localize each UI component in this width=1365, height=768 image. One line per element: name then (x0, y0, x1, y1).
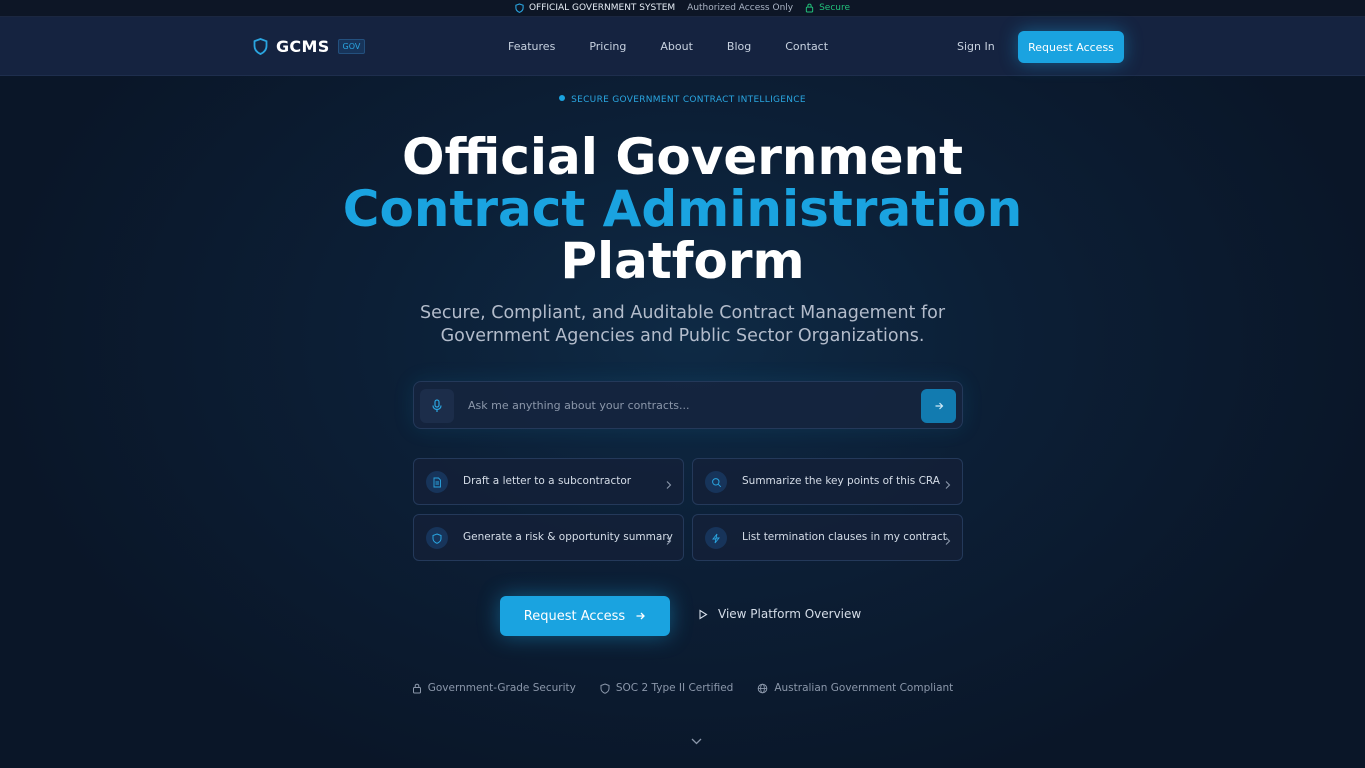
brand-logo[interactable]: GCMS GOV (253, 37, 366, 56)
suggestion-label: Summarize the key points of this CRA (742, 475, 940, 487)
official-banner: OFFICIAL GOVERNMENT SYSTEM Authorized Ac… (0, 0, 1365, 17)
view-overview-link[interactable]: View Platform Overview (698, 607, 861, 621)
badge-security-label: Government-Grade Security (427, 682, 576, 694)
brand-name: GCMS (276, 37, 330, 56)
nav-link-pricing[interactable]: Pricing (589, 40, 626, 53)
trust-badges: Government-Grade Security SOC 2 Type II … (0, 682, 1365, 694)
suggestion-card[interactable]: Summarize the key points of this CRA (692, 458, 963, 505)
chevron-right-icon (665, 531, 672, 550)
microphone-button[interactable] (420, 389, 454, 423)
suggestion-card[interactable]: Generate a risk & opportunity summary (413, 514, 684, 561)
hero-title-line3: Platform (560, 232, 805, 290)
scroll-down-indicator[interactable] (690, 731, 703, 750)
hero-subtitle: Secure, Compliant, and Auditable Contrac… (0, 302, 1365, 348)
shield-icon (426, 527, 448, 549)
shield-icon (515, 3, 524, 13)
official-text: OFFICIAL GOVERNMENT SYSTEM (528, 3, 676, 13)
badge-security: Government-Grade Security (412, 682, 576, 694)
hero-title-line1: Official Government (402, 128, 963, 186)
globe-icon (758, 683, 768, 693)
nav-link-features[interactable]: Features (508, 40, 555, 53)
hero-subtitle-line2: Government Agencies and Public Sector Or… (440, 326, 925, 346)
chevron-right-icon (944, 531, 951, 550)
ai-search-box[interactable]: Ask me anything about your contracts... (413, 381, 963, 429)
nav-link-about[interactable]: About (660, 40, 693, 53)
send-button[interactable] (921, 389, 956, 423)
nav-links: Features Pricing About Blog Contact (508, 40, 862, 53)
badge-compliant: Australian Government Compliant (757, 682, 953, 694)
gov-badge: GOV (337, 39, 366, 54)
hero-eyebrow: SECURE GOVERNMENT CONTRACT INTELLIGENCE (0, 95, 1365, 105)
microphone-icon (432, 399, 442, 412)
badge-soc2-label: SOC 2 Type II Certified (615, 682, 734, 694)
suggestion-card[interactable]: Draft a letter to a subcontractor (413, 458, 684, 505)
suggestion-label: Draft a letter to a subcontractor (463, 475, 632, 487)
shield-icon (600, 682, 610, 694)
request-access-nav-button[interactable]: Request Access (1018, 31, 1124, 63)
search-input[interactable]: Ask me anything about your contracts... (468, 399, 690, 412)
suggestion-card[interactable]: List termination clauses in my contract (692, 514, 963, 561)
secure-item: Secure (805, 3, 850, 13)
request-access-button[interactable]: Request Access (500, 596, 670, 636)
hero-title-line2: Contract Administration (342, 180, 1023, 238)
arrow-right-icon (636, 612, 646, 620)
badge-compliant-label: Australian Government Compliant (774, 682, 954, 694)
lock-icon (412, 683, 421, 693)
navbar: GCMS GOV Features Pricing About Blog Con… (0, 17, 1365, 76)
document-icon (426, 471, 448, 493)
view-overview-label: View Platform Overview (718, 607, 862, 621)
secure-text: Secure (819, 3, 851, 13)
suggestion-label: List termination clauses in my contract (742, 531, 947, 543)
chevron-right-icon (944, 475, 951, 494)
nav-link-blog[interactable]: Blog (727, 40, 751, 53)
chevron-down-icon (691, 738, 702, 745)
lightning-icon (705, 527, 727, 549)
request-access-label: Request Access (523, 608, 626, 624)
arrow-right-icon (935, 402, 943, 410)
suggestion-label: Generate a risk & opportunity summary (463, 531, 673, 543)
play-icon (699, 609, 708, 619)
search-icon (705, 471, 727, 493)
nav-link-contact[interactable]: Contact (785, 40, 828, 53)
status-dot-icon (559, 95, 566, 101)
official-item: OFFICIAL GOVERNMENT SYSTEM (515, 3, 675, 13)
badge-soc2: SOC 2 Type II Certified (600, 682, 733, 694)
chevron-right-icon (665, 475, 672, 494)
hero-subtitle-line1: Secure, Compliant, and Auditable Contrac… (419, 303, 946, 323)
lock-icon (805, 3, 814, 13)
authorized-text: Authorized Access Only (687, 3, 794, 13)
sign-in-link[interactable]: Sign In (957, 40, 995, 53)
eyebrow-text: SECURE GOVERNMENT CONTRACT INTELLIGENCE (571, 95, 806, 105)
shield-logo-icon (253, 38, 268, 55)
